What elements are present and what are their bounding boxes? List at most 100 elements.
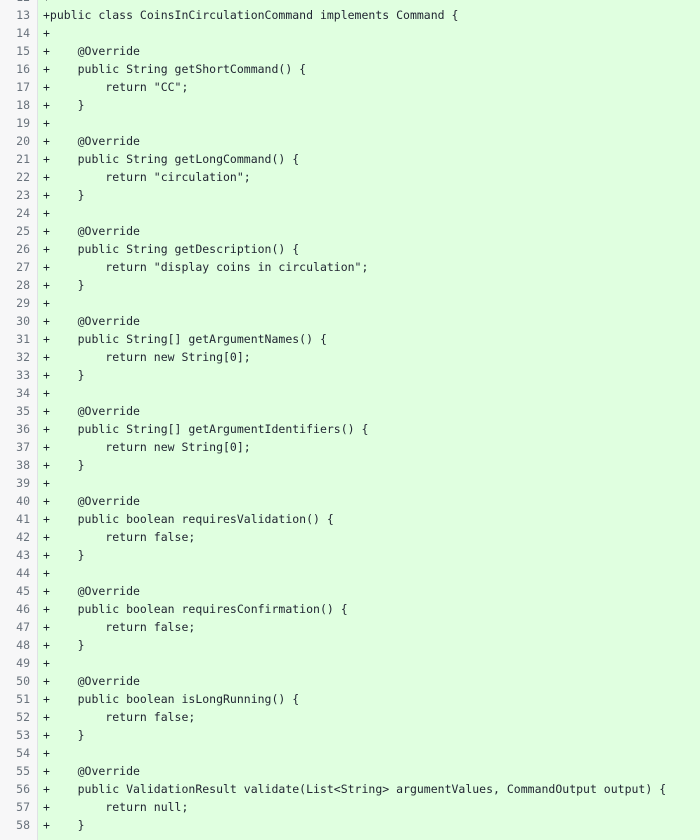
- diff-line-row[interactable]: 46 + public boolean requiresConfirmation(…: [0, 600, 700, 618]
- diff-line-number: 13: [16, 8, 30, 22]
- diff-line-row[interactable]: 42 + return false;: [0, 528, 700, 546]
- diff-line-row[interactable]: 54 +: [0, 744, 700, 762]
- diff-line-row[interactable]: 44 +: [0, 564, 700, 582]
- diff-line-code: +: [43, 656, 50, 670]
- diff-line-code: + }: [43, 458, 85, 472]
- diff-line-row[interactable]: 15 + @Override: [0, 42, 700, 60]
- diff-line-code: + public ValidationResult validate(List<…: [43, 782, 667, 796]
- diff-line-row[interactable]: 28 + }: [0, 276, 700, 294]
- diff-line-code: +: [43, 476, 50, 490]
- diff-line-row[interactable]: 56 + public ValidationResult validate(Lis…: [0, 780, 700, 798]
- diff-line-row[interactable]: 33 + }: [0, 366, 700, 384]
- diff-line-number: 54: [16, 746, 30, 760]
- diff-line-row[interactable]: 18 + }: [0, 96, 700, 114]
- diff-line-number: 24: [16, 206, 30, 220]
- diff-line-row[interactable]: 24 +: [0, 204, 700, 222]
- diff-line-row[interactable]: 43 + }: [0, 546, 700, 564]
- diff-line-code: + @Override: [43, 134, 140, 148]
- diff-line-row[interactable]: 38 + }: [0, 456, 700, 474]
- diff-line-code: + return false;: [43, 710, 196, 724]
- diff-line-number: 45: [16, 584, 30, 598]
- diff-line-code: + @Override: [43, 404, 140, 418]
- diff-line-row[interactable]: 20 + @Override: [0, 132, 700, 150]
- diff-line-row[interactable]: 26 + public String getDescription() {: [0, 240, 700, 258]
- diff-line-row[interactable]: 30 + @Override: [0, 312, 700, 330]
- diff-line-row[interactable]: 45 + @Override: [0, 582, 700, 600]
- diff-line-code: + @Override: [43, 764, 140, 778]
- diff-line-row[interactable]: 13 +public class CoinsInCirculationComman…: [0, 6, 700, 24]
- diff-line-number: 49: [16, 656, 30, 670]
- diff-line-row[interactable]: 39 +: [0, 474, 700, 492]
- diff-line-number: 46: [16, 602, 30, 616]
- diff-line-number: 27: [16, 260, 30, 274]
- diff-line-number: 39: [16, 476, 30, 490]
- diff-line-row[interactable]: 53 + }: [0, 726, 700, 744]
- diff-line-number: 57: [16, 800, 30, 814]
- diff-line-code: + public String getShortCommand() {: [43, 62, 307, 76]
- diff-line-number: 22: [16, 170, 30, 184]
- diff-line-number: 44: [16, 566, 30, 580]
- diff-line-row[interactable]: 21 + public String getLongCommand() {: [0, 150, 700, 168]
- diff-line-row[interactable]: 58 + }: [0, 816, 700, 834]
- diff-line-number: 55: [16, 764, 30, 778]
- diff-line-code: + public boolean isLongRunning() {: [43, 692, 300, 706]
- diff-line-row[interactable]: 32 + return new String[0];: [0, 348, 700, 366]
- diff-line-code: + return "display coins in circulation";: [43, 260, 369, 274]
- diff-line-row[interactable]: 47 + return false;: [0, 618, 700, 636]
- diff-line-row[interactable]: 41 + public boolean requiresValidation() …: [0, 510, 700, 528]
- diff-line-row[interactable]: 22 + return "circulation";: [0, 168, 700, 186]
- diff-line-number: 35: [16, 404, 30, 418]
- diff-line-code: + public boolean requiresValidation() {: [43, 512, 334, 526]
- diff-line-row[interactable]: 19 +: [0, 114, 700, 132]
- diff-viewer[interactable]: 12+13+public class CoinsInCirculationCom…: [0, 0, 700, 840]
- diff-line-code: +: [43, 206, 50, 220]
- diff-line-code: + }: [43, 188, 85, 202]
- diff-line-number: 14: [16, 26, 30, 40]
- diff-line-row[interactable]: 52 + return false;: [0, 708, 700, 726]
- diff-line-code: + }: [43, 98, 85, 112]
- diff-line-number: 25: [16, 224, 30, 238]
- diff-line-number: 33: [16, 368, 30, 382]
- diff-line-number: 34: [16, 386, 30, 400]
- diff-line-code: + }: [43, 638, 85, 652]
- diff-line-row[interactable]: 48 + }: [0, 636, 700, 654]
- diff-line-number: 15: [16, 44, 30, 58]
- diff-line-row[interactable]: 27 + return "display coins in circulation…: [0, 258, 700, 276]
- diff-line-code: + @Override: [43, 674, 140, 688]
- diff-line-row[interactable]: 35 + @Override: [0, 402, 700, 420]
- diff-line-code: +: [43, 116, 50, 130]
- diff-line-row[interactable]: 16 + public String getShortCommand() {: [0, 60, 700, 78]
- diff-line-row[interactable]: 34 +: [0, 384, 700, 402]
- diff-line-number: 52: [16, 710, 30, 724]
- diff-line-number: 47: [16, 620, 30, 634]
- diff-line-row[interactable]: 55 + @Override: [0, 762, 700, 780]
- diff-line-number: 23: [16, 188, 30, 202]
- diff-line-row[interactable]: 36 + public String[] getArgumentIdentifie…: [0, 420, 700, 438]
- diff-line-number: 58: [16, 818, 30, 832]
- diff-line-row[interactable]: 17 + return "CC";: [0, 78, 700, 96]
- diff-line-code: + return false;: [43, 620, 196, 634]
- diff-line-row[interactable]: 25 + @Override: [0, 222, 700, 240]
- diff-line-row[interactable]: 51 + public boolean isLongRunning() {: [0, 690, 700, 708]
- diff-line-number: 48: [16, 638, 30, 652]
- diff-line-code: + @Override: [43, 224, 140, 238]
- diff-line-number: 28: [16, 278, 30, 292]
- diff-line-row[interactable]: 29 +: [0, 294, 700, 312]
- diff-line-row[interactable]: 50 + @Override: [0, 672, 700, 690]
- diff-line-code: + return new String[0];: [43, 350, 251, 364]
- diff-line-row[interactable]: 40 + @Override: [0, 492, 700, 510]
- diff-line-row[interactable]: 23 + }: [0, 186, 700, 204]
- diff-line-code: + }: [43, 818, 85, 832]
- diff-line-row[interactable]: 37 + return new String[0];: [0, 438, 700, 456]
- diff-line-row[interactable]: 31 + public String[] getArgumentNames() {: [0, 330, 700, 348]
- diff-line-row[interactable]: 49 +: [0, 654, 700, 672]
- diff-line-number: 41: [16, 512, 30, 526]
- diff-line-number: 53: [16, 728, 30, 742]
- diff-line-code: + }: [43, 728, 85, 742]
- diff-line-number: 31: [16, 332, 30, 346]
- diff-line-number: 18: [16, 98, 30, 112]
- diff-line-row[interactable]: 14 +: [0, 24, 700, 42]
- diff-line-code: + }: [43, 278, 85, 292]
- diff-line-row[interactable]: 57 + return null;: [0, 798, 700, 816]
- diff-line-code: + }: [43, 548, 85, 562]
